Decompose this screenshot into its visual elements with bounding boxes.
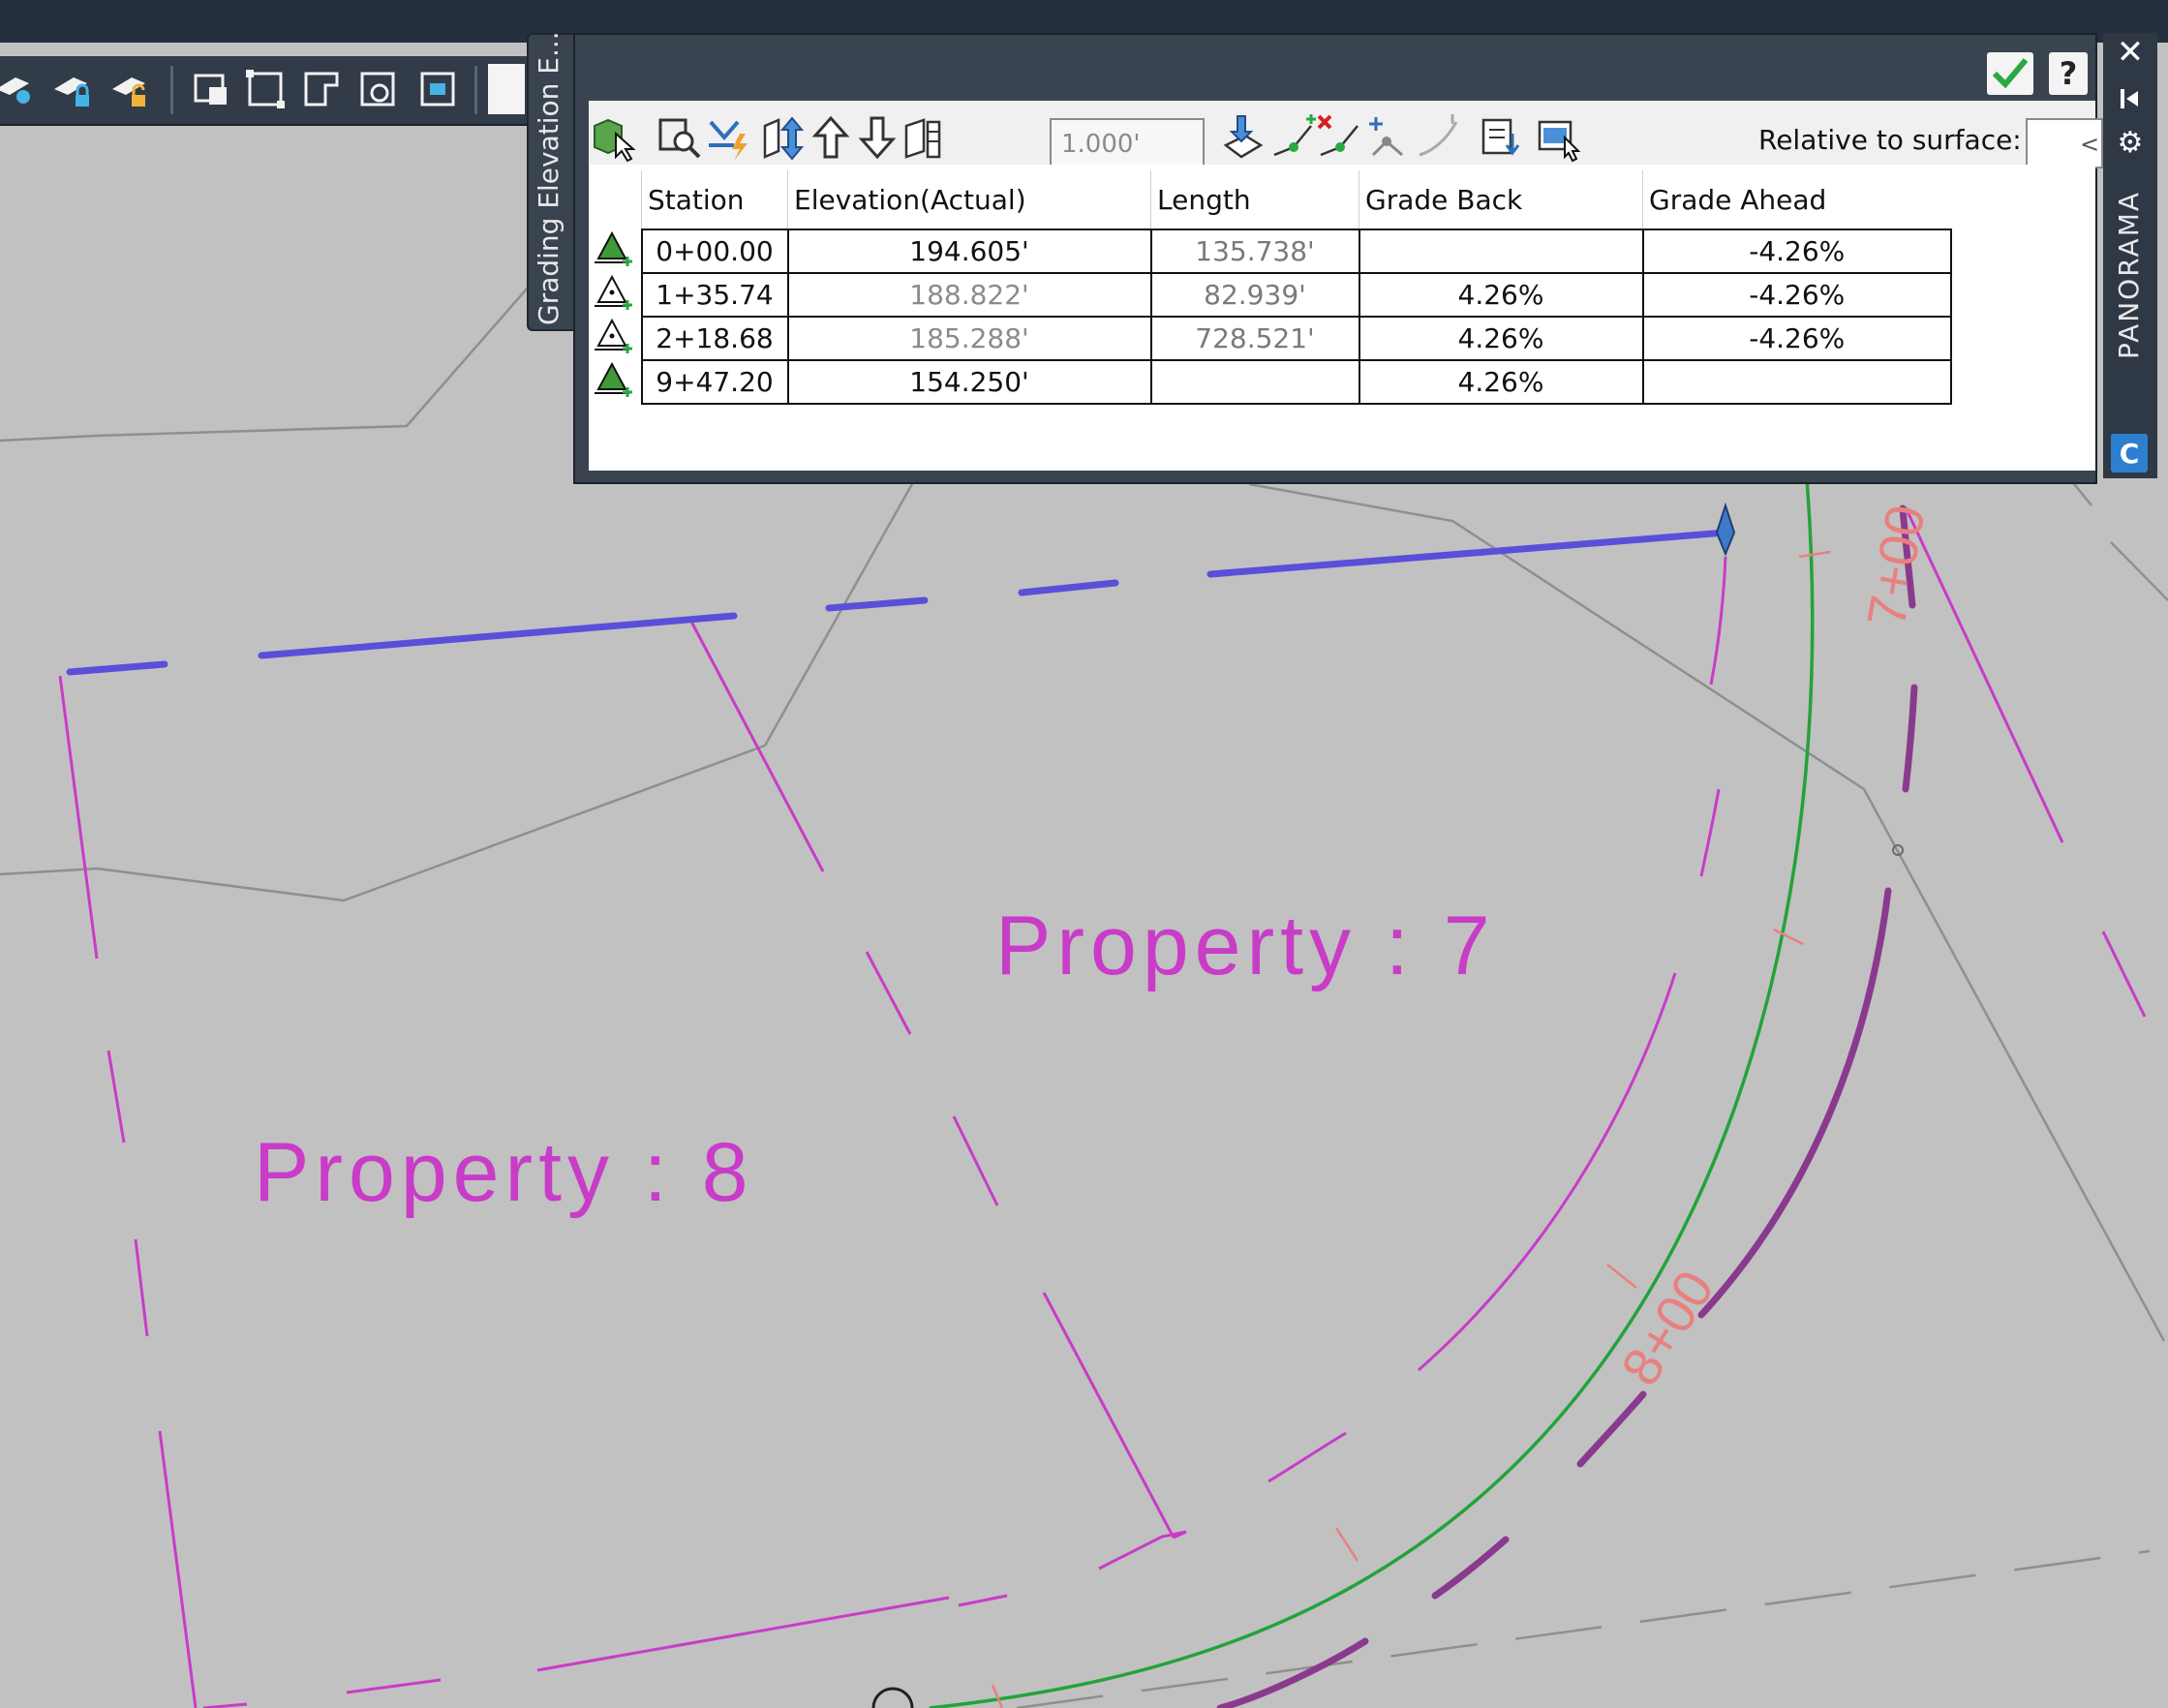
select-pi-icon[interactable] [1534,112,1584,163]
pi-outline-icon [593,273,643,317]
grade-back-cell[interactable]: 4.26% [1358,272,1644,318]
header-length[interactable]: Length [1150,170,1359,229]
elevation-cell[interactable]: 154.250' [786,359,1152,405]
table-row[interactable]: 2+18.68 185.288' 728.521' 4.26% -4.26% [593,316,1952,361]
lower-increment-icon[interactable] [852,112,902,163]
length-cell[interactable]: 728.521' [1149,316,1360,361]
grading-elevation-editor-panel: ? 1.000' Relative to surface: <no Statio… [573,33,2103,484]
station-cell[interactable]: 1+35.74 [640,272,789,318]
elevations-from-surface-icon[interactable] [1218,112,1268,163]
header-elevation[interactable]: Elevation(Actual) [787,170,1151,229]
grade-ahead-cell[interactable]: -4.26% [1641,316,1952,361]
table-row[interactable]: 0+00.00 194.605' 135.738' -4.26% [593,229,1952,274]
panorama-label: PANORAMA [2113,190,2145,360]
grading-elevation-editor-tab[interactable]: Grading Elevation E... [527,31,577,331]
close-icon[interactable]: ✕ [2111,33,2150,72]
raise-increment-icon[interactable] [806,112,856,163]
raise-lower-icon[interactable] [759,112,809,163]
layer-isolate-icon[interactable] [0,64,37,114]
delete-pi-icon[interactable] [1315,112,1365,163]
station-cell[interactable]: 9+47.20 [640,359,789,405]
elevation-cell[interactable]: 194.605' [786,229,1152,274]
pi-green-icon [593,360,643,404]
property-label-8: Property : 8 [254,1126,754,1219]
pi-table: Station Elevation(Actual) Length Grade B… [593,170,1952,405]
pi-green-icon [593,229,643,273]
length-cell[interactable]: 135.738' [1149,229,1360,274]
pi-grid: Station Elevation(Actual) Length Grade B… [589,165,2095,471]
grade-ahead-cell[interactable]: -4.26% [1641,272,1952,318]
panel-header: ? [575,35,2095,101]
viewport-polygon-icon[interactable] [298,64,345,114]
grade-back-cell[interactable]: 4.26% [1358,316,1644,361]
header-grade-back[interactable]: Grade Back [1359,170,1643,229]
relative-surface-select[interactable]: <no [2026,118,2103,168]
station-cell[interactable]: 2+18.68 [640,316,789,361]
fillet-icon[interactable] [1414,112,1464,163]
viewport-icon[interactable] [188,64,234,114]
station-cell[interactable]: 0+00.00 [640,229,789,274]
header-station[interactable]: Station [641,170,788,229]
svg-text:C: C [2120,438,2140,470]
grade-back-cell[interactable]: 4.26% [1358,359,1644,405]
apply-checkmark-button[interactable] [1987,52,2033,95]
relative-surface-label: Relative to surface: [1758,124,2022,156]
table-row[interactable]: 9+47.20 154.250' 4.26% [593,359,1952,405]
table-row[interactable]: 1+35.74 188.822' 82.939' 4.26% -4.26% [593,272,1952,318]
checkmark-icon [1992,58,2029,89]
toolbar-field[interactable] [488,64,525,114]
pi-outline-icon [593,317,643,360]
length-cell[interactable] [1149,359,1360,405]
header-grade-ahead[interactable]: Grade Ahead [1642,170,1951,229]
set-increment-icon[interactable] [899,112,949,163]
palette-strip: ✕ ⚙ PANORAMA C [2103,33,2157,478]
layer-lock-icon[interactable] [48,64,95,114]
civil-logo-icon[interactable]: C [2111,434,2148,473]
viewport-rect-icon[interactable] [242,64,289,114]
break-feature-icon[interactable] [1363,112,1414,163]
select-feature-icon[interactable] [589,112,639,163]
flatten-grade-icon[interactable] [703,112,753,163]
grade-ahead-cell[interactable]: -4.26% [1641,229,1952,274]
help-button[interactable]: ? [2049,52,2088,95]
header-icon-col [593,170,642,229]
grade-ahead-cell[interactable] [1641,359,1952,405]
viewport-clip-icon[interactable] [414,64,461,114]
grade-back-cell[interactable] [1358,229,1644,274]
draw-toolbar [0,56,536,126]
insert-pi-icon[interactable] [1268,112,1319,163]
table-header-row: Station Elevation(Actual) Length Grade B… [593,170,1951,229]
viewport-object-icon[interactable] [354,64,401,114]
auto-hide-icon[interactable] [2111,79,2150,118]
export-icon[interactable] [1478,112,1528,163]
elevation-cell[interactable]: 188.822' [786,272,1152,318]
layer-unlock-icon[interactable] [107,64,153,114]
length-cell[interactable]: 82.939' [1149,272,1360,318]
increment-value-input[interactable]: 1.000' [1050,118,1205,167]
side-tab-title: Grading Elevation E... [533,31,565,325]
property-label-7: Property : 7 [995,900,1496,992]
zoom-to-icon[interactable] [655,112,705,163]
elevation-cell[interactable]: 185.288' [786,316,1152,361]
